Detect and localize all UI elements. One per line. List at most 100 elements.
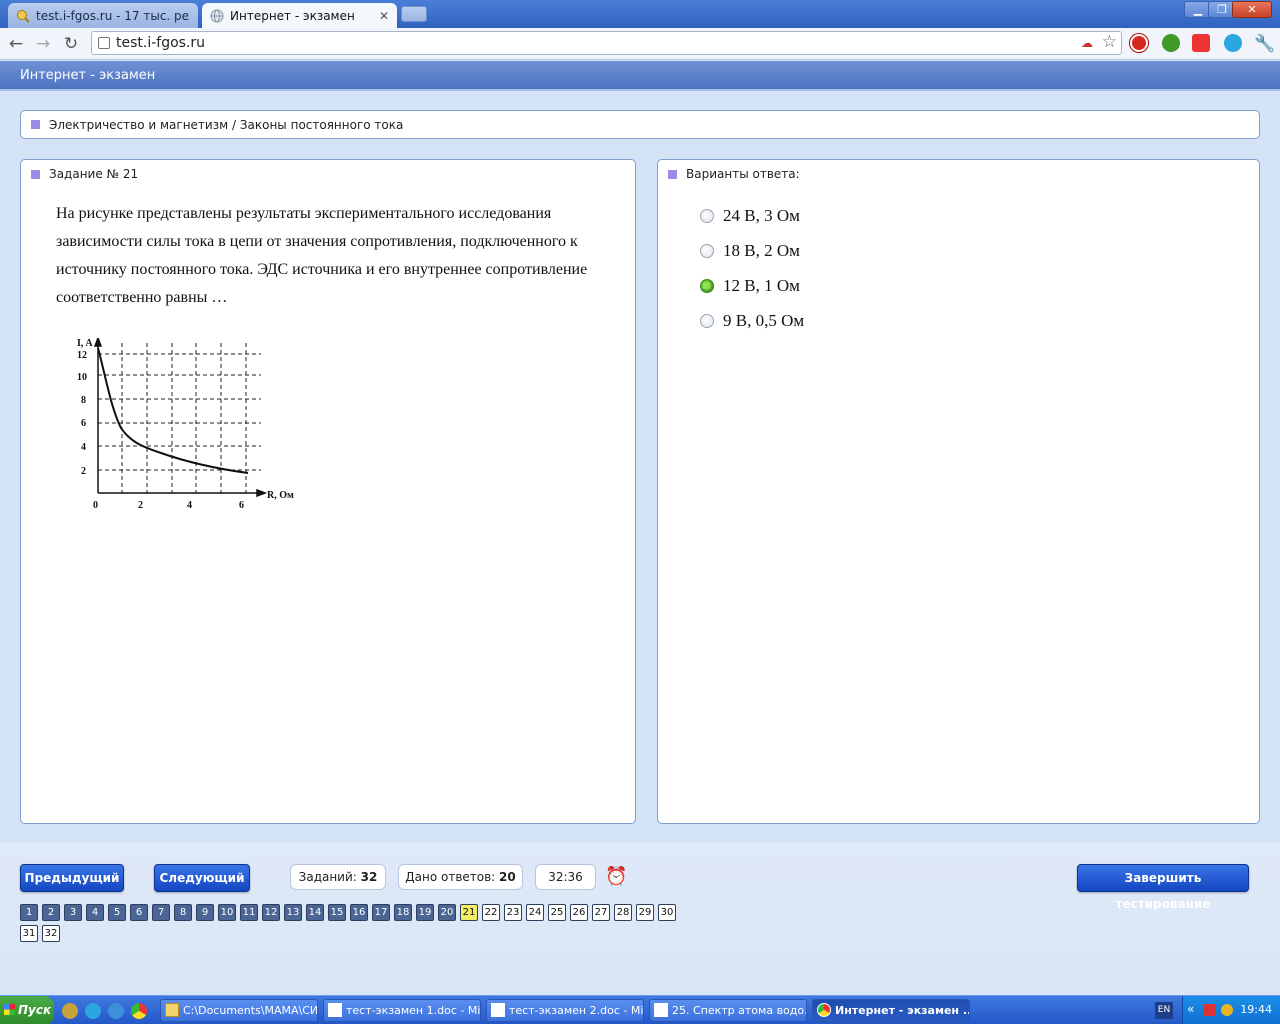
answer-label[interactable]: 24 В, 3 Ом [723,206,800,226]
globe-favicon-icon [210,9,224,23]
y-tick-label: 2 [81,466,86,477]
tray-app-icon[interactable] [1221,1004,1233,1016]
question-number-11[interactable]: 11 [240,904,258,921]
question-number-5[interactable]: 5 [108,904,126,921]
question-number-26[interactable]: 26 [570,904,588,921]
language-indicator[interactable]: EN [1155,1002,1173,1019]
question-number-8[interactable]: 8 [174,904,192,921]
close-window-button[interactable]: ✕ [1232,1,1272,18]
answer-option[interactable]: 12 В, 1 Ом [700,268,804,303]
question-number-20[interactable]: 20 [438,904,456,921]
question-number-28[interactable]: 28 [614,904,632,921]
question-number-12[interactable]: 12 [262,904,280,921]
question-number-1[interactable]: 1 [20,904,38,921]
question-number-23[interactable]: 23 [504,904,522,921]
x-axis-arrow [256,488,268,498]
finish-test-button[interactable]: Завершить тестирование [1077,864,1249,911]
question-number-18[interactable]: 18 [394,904,412,921]
question-number-14[interactable]: 14 [306,904,324,921]
previous-button[interactable]: Предыдущий [20,864,124,892]
windows-logo-icon [4,1004,15,1015]
question-number-15[interactable]: 15 [328,904,346,921]
browser-tab-search[interactable]: test.i-fgos.ru - 17 тыс. резул [8,3,198,28]
back-arrow-icon[interactable]: ← [5,33,27,55]
word-document-icon [654,1003,668,1017]
answers-title: Варианты ответа: [686,167,800,181]
tray-expand-icon[interactable]: « [1187,1002,1194,1016]
radio-button[interactable] [700,313,714,328]
taskbar-item[interactable]: тест-экзамен 2.doc - Mi... [486,999,644,1022]
question-number-10[interactable]: 10 [218,904,236,921]
next-button[interactable]: Следующий [154,864,250,892]
question-number-4[interactable]: 4 [86,904,104,921]
radio-button[interactable] [700,243,714,258]
question-number-13[interactable]: 13 [284,904,302,921]
quicklaunch-icon[interactable] [62,1003,78,1019]
taskbar-item-active[interactable]: Интернет - экзамен ... [812,999,970,1022]
taskbar-item[interactable]: тест-экзамен 1.doc - Mi... [323,999,481,1022]
question-number-22[interactable]: 22 [482,904,500,921]
y-tick-label: 6 [81,418,86,429]
close-tab-icon[interactable]: ✕ [379,9,389,23]
question-number-30[interactable]: 30 [658,904,676,921]
radio-button[interactable] [700,208,714,223]
question-number-24[interactable]: 24 [526,904,544,921]
question-number-6[interactable]: 6 [130,904,148,921]
answer-label[interactable]: 12 В, 1 Ом [723,276,800,296]
answer-option[interactable]: 9 В, 0,5 Ом [700,303,804,338]
taskbar-item-label: 25. Спектр атома водо... [672,1004,807,1017]
answered-count: 20 [499,870,516,884]
skype-extension-icon[interactable] [1224,34,1242,52]
radio-button-selected[interactable] [700,278,714,293]
cloud-icon[interactable]: ☁ [1081,36,1093,50]
taskbar-item[interactable]: C:\Documents\МАМА\СИ... [160,999,318,1022]
y-axis-arrow [93,338,103,347]
taskbar-item-label: Интернет - экзамен ... [835,1004,970,1017]
url-text[interactable]: test.i-fgos.ru [116,35,205,51]
chrome-icon[interactable] [131,1003,147,1019]
question-number-32[interactable]: 32 [42,925,60,942]
taskbar-item[interactable]: 25. Спектр атома водо... [649,999,807,1022]
y-tick-label: 8 [81,395,86,406]
network-warning-icon[interactable] [1203,1004,1215,1016]
question-number-27[interactable]: 27 [592,904,610,921]
y-tick-label: 12 [77,350,87,361]
word-document-icon [491,1003,505,1017]
address-bar[interactable]: test.i-fgos.ru ☁ ☆ [91,31,1122,55]
wrench-menu-icon[interactable]: 🔧 [1254,33,1276,55]
bookmark-star-icon[interactable]: ☆ [1102,32,1117,52]
tasks-count: 32 [360,870,378,884]
start-button[interactable]: Пуск [0,996,54,1024]
question-number-17[interactable]: 17 [372,904,390,921]
torrent-extension-icon[interactable] [1162,34,1180,52]
chrome-icon [817,1003,831,1017]
answer-label[interactable]: 18 В, 2 Ом [723,241,800,261]
question-number-29[interactable]: 29 [636,904,654,921]
answer-option[interactable]: 24 В, 3 Ом [700,198,804,233]
question-number-7[interactable]: 7 [152,904,170,921]
internet-explorer-icon[interactable] [108,1003,124,1019]
alarm-clock-icon: ⏰ [605,866,628,887]
adblock-extension-icon[interactable] [1130,34,1148,52]
question-number-2[interactable]: 2 [42,904,60,921]
question-number-31[interactable]: 31 [20,925,38,942]
question-number-3[interactable]: 3 [64,904,82,921]
breadcrumb: Электричество и магнетизм / Законы посто… [20,110,1260,139]
browser-tab-strip: test.i-fgos.ru - 17 тыс. резул Интернет … [0,0,1280,28]
question-number-19[interactable]: 19 [416,904,434,921]
browser-tab-exam[interactable]: Интернет - экзамен ✕ [202,3,397,28]
question-number-25[interactable]: 25 [548,904,566,921]
question-number-9[interactable]: 9 [196,904,214,921]
y-tick-label: 10 [77,372,87,383]
question-number-21[interactable]: 21 [460,904,478,921]
answer-label[interactable]: 9 В, 0,5 Ом [723,311,804,331]
reload-icon[interactable]: ↻ [60,33,82,55]
notifications-extension-icon[interactable] [1192,34,1210,52]
x-tick-label: 6 [239,500,244,511]
start-label: Пуск [18,1003,52,1017]
forward-arrow-icon[interactable]: → [32,33,54,55]
new-tab-button[interactable] [401,6,427,22]
answer-option[interactable]: 18 В, 2 Ом [700,233,804,268]
skype-icon[interactable] [85,1003,101,1019]
question-number-16[interactable]: 16 [350,904,368,921]
